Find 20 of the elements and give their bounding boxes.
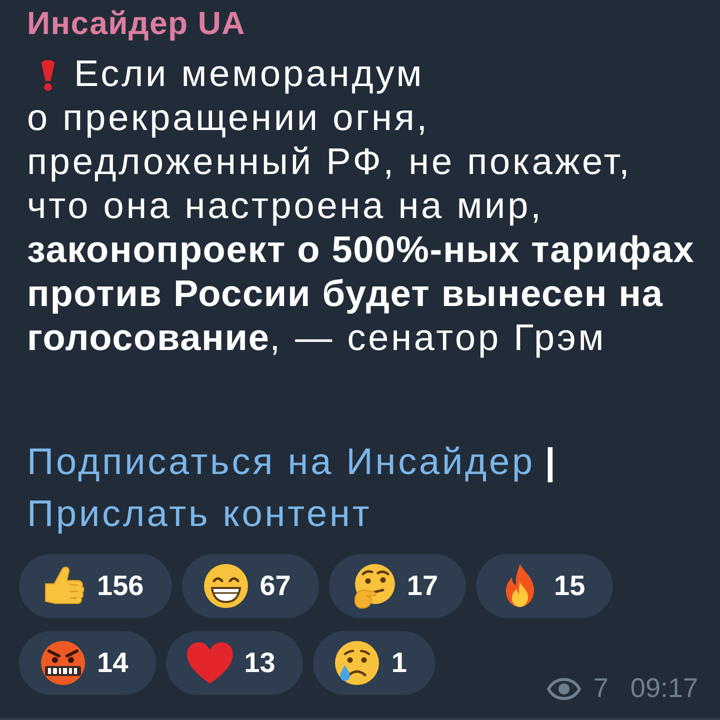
eye-icon bbox=[547, 678, 582, 700]
reaction-button[interactable]: 15 bbox=[476, 554, 614, 618]
message-time: 09:17 bbox=[630, 673, 698, 704]
channel-name: Инсайдер UA bbox=[27, 4, 246, 43]
grinning-face-icon bbox=[202, 562, 250, 610]
reaction-button[interactable]: 13 bbox=[166, 631, 304, 695]
message-text: Если меморандум bbox=[74, 52, 424, 96]
link-separator: | bbox=[544, 441, 558, 482]
reaction-button[interactable]: 67 bbox=[182, 554, 319, 618]
reaction-button[interactable]: 156 bbox=[19, 554, 172, 618]
link[interactable]: Подписаться на Инсайдер bbox=[27, 441, 535, 482]
reaction-button[interactable]: 1 bbox=[313, 631, 435, 695]
crying-face-icon bbox=[333, 639, 382, 687]
reaction-button[interactable]: 14 bbox=[19, 631, 156, 695]
view-count: 7 bbox=[593, 673, 608, 704]
angry-face-icon bbox=[39, 639, 87, 687]
message-text: о прекращении огня, предложенный РФ, не покажет, что она настроена на мир, законопроект о 500%-ных тарифах против России будет вынесен на голосование, — сенатор Грэм bbox=[27, 96, 696, 360]
exclamation-icon bbox=[39, 60, 57, 91]
reaction-button[interactable]: 17 bbox=[328, 554, 466, 618]
link[interactable]: Прислать контент bbox=[27, 493, 372, 534]
